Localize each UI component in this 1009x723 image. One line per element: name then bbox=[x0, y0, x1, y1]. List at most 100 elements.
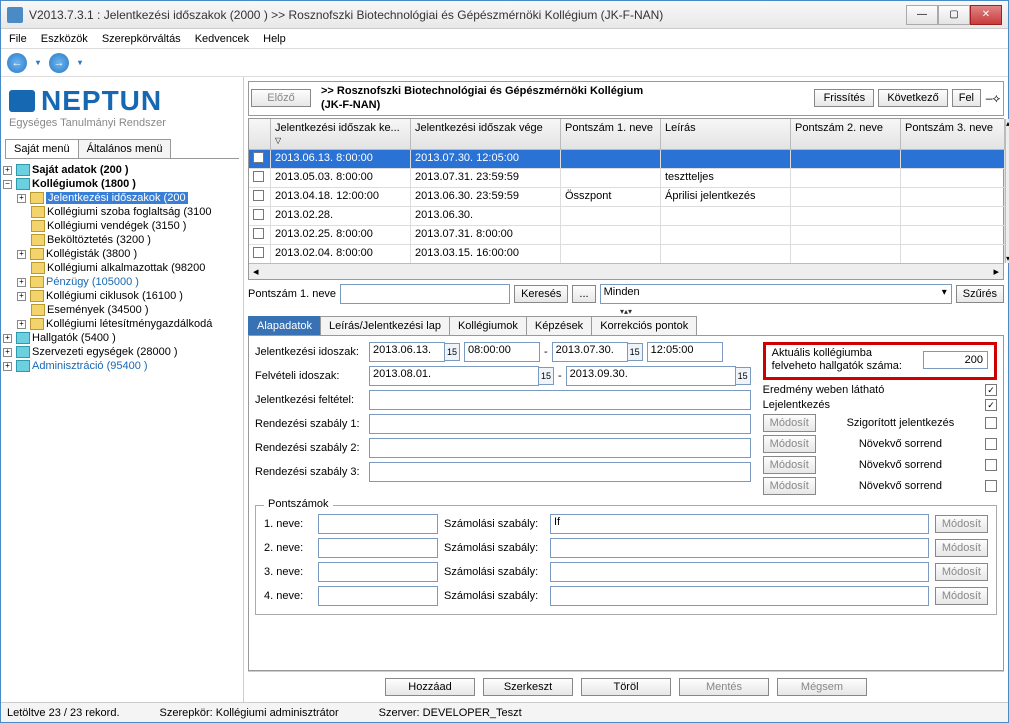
felv-end-date[interactable]: 2013.09.30. bbox=[566, 366, 736, 386]
col-end[interactable]: Jelentkezési időszak vége bbox=[411, 119, 561, 150]
table-row[interactable]: 2013.02.04. 8:00:002013.03.15. 16:00:00 bbox=[249, 245, 1005, 263]
collapse-icon[interactable]: − bbox=[3, 180, 12, 189]
n2-input[interactable] bbox=[318, 538, 438, 558]
close-button[interactable]: ✕ bbox=[970, 5, 1002, 25]
search-input[interactable] bbox=[340, 284, 510, 304]
szab2-input[interactable] bbox=[550, 538, 929, 558]
back-button[interactable]: ← bbox=[7, 53, 27, 73]
refresh-button[interactable]: Frissítés bbox=[814, 89, 874, 107]
tab-own-menu[interactable]: Saját menü bbox=[5, 139, 79, 158]
expand-icon[interactable]: + bbox=[3, 348, 12, 357]
save-button[interactable]: Mentés bbox=[679, 678, 769, 696]
tree-esem[interactable]: Események (34500 ) bbox=[47, 304, 149, 316]
modosit-button[interactable]: Módosít bbox=[763, 456, 816, 474]
tab-alapadatok[interactable]: Alapadatok bbox=[248, 316, 321, 335]
tree-ciklus[interactable]: Kollégiumi ciklusok (16100 ) bbox=[46, 290, 183, 302]
modosit-button[interactable]: Módosít bbox=[935, 563, 988, 581]
grid-body[interactable]: 2013.06.13. 8:00:002013.07.30. 12:05:002… bbox=[249, 150, 1005, 263]
filter-select[interactable]: Minden bbox=[600, 284, 952, 304]
modosit-button[interactable]: Módosít bbox=[763, 477, 816, 495]
jel-start-time[interactable]: 08:00:00 bbox=[464, 342, 540, 362]
checkbox[interactable] bbox=[985, 480, 997, 492]
filter-button[interactable]: Szűrés bbox=[956, 285, 1004, 303]
tree-jelentkezesi[interactable]: Jelentkezési időszakok (200 bbox=[46, 192, 188, 204]
modosit-button[interactable]: Módosít bbox=[763, 414, 816, 432]
menu-fav[interactable]: Kedvencek bbox=[195, 33, 249, 45]
szab1-input[interactable]: If bbox=[550, 514, 929, 534]
tree-admin[interactable]: Adminisztráció (95400 ) bbox=[32, 360, 148, 372]
up-button[interactable]: Fel bbox=[952, 89, 981, 107]
tree-kollegistak[interactable]: Kollégisták (3800 ) bbox=[46, 248, 137, 260]
jel-end-date[interactable]: 2013.07.30. bbox=[552, 342, 628, 362]
tree-vendeg[interactable]: Kollégiumi vendégek (3150 ) bbox=[47, 220, 186, 232]
search-button[interactable]: Keresés bbox=[514, 285, 568, 303]
menu-role[interactable]: Szerepkörváltás bbox=[102, 33, 181, 45]
checkbox[interactable]: ✓ bbox=[985, 384, 997, 396]
aktualis-value[interactable]: 200 bbox=[923, 351, 988, 369]
n4-input[interactable] bbox=[318, 586, 438, 606]
modosit-button[interactable]: Módosít bbox=[935, 515, 988, 533]
n3-input[interactable] bbox=[318, 562, 438, 582]
horizontal-scrollbar[interactable]: ◂▸ bbox=[249, 263, 1003, 279]
row-checkbox[interactable] bbox=[253, 228, 264, 239]
tree-alk[interactable]: Kollégiumi alkalmazottak (98200 bbox=[47, 262, 205, 274]
menu-file[interactable]: File bbox=[9, 33, 27, 45]
expand-icon[interactable]: + bbox=[3, 166, 12, 175]
table-row[interactable]: 2013.04.18. 12:00:002013.06.30. 23:59:59… bbox=[249, 188, 1005, 207]
expand-icon[interactable]: + bbox=[17, 194, 26, 203]
tab-general-menu[interactable]: Általános menü bbox=[78, 139, 172, 158]
szab3-input[interactable] bbox=[550, 562, 929, 582]
expand-icon[interactable]: + bbox=[17, 278, 26, 287]
col-desc[interactable]: Leírás bbox=[661, 119, 791, 150]
tree-letes[interactable]: Kollégiumi létesítménygazdálkodá bbox=[46, 318, 212, 330]
col-p1[interactable]: Pontszám 1. neve bbox=[561, 119, 661, 150]
modosit-button[interactable]: Módosít bbox=[763, 435, 816, 453]
r2-input[interactable] bbox=[369, 438, 751, 458]
checkbox[interactable] bbox=[985, 459, 997, 471]
table-row[interactable]: 2013.05.03. 8:00:002013.07.31. 23:59:59t… bbox=[249, 169, 1005, 188]
delete-button[interactable]: Töröl bbox=[581, 678, 671, 696]
calendar-icon[interactable]: 15 bbox=[627, 343, 643, 361]
nav-tree[interactable]: + Saját adatok (200 ) − Kollégiumok (1800 … bbox=[1, 159, 243, 702]
forward-button[interactable]: → bbox=[49, 53, 69, 73]
table-row[interactable]: 2013.02.28.2013.06.30. bbox=[249, 207, 1005, 226]
r3-input[interactable] bbox=[369, 462, 751, 482]
felv-start-date[interactable]: 2013.08.01. bbox=[369, 366, 539, 386]
expand-icon[interactable]: + bbox=[3, 334, 12, 343]
col-p2[interactable]: Pontszám 2. neve bbox=[791, 119, 901, 150]
tree-penz[interactable]: Pénzügy (105000 ) bbox=[46, 276, 139, 288]
splitter-icon[interactable]: ▾▴▾ bbox=[248, 308, 1004, 316]
feltetel-input[interactable] bbox=[369, 390, 751, 410]
vertical-scrollbar[interactable]: ▴▾ bbox=[1005, 119, 1009, 263]
table-row[interactable]: 2013.02.25. 8:00:002013.07.31. 8:00:00 bbox=[249, 226, 1005, 245]
modosit-button[interactable]: Módosít bbox=[935, 539, 988, 557]
expand-icon[interactable]: + bbox=[17, 292, 26, 301]
checkbox[interactable] bbox=[985, 438, 997, 450]
jel-start-date[interactable]: 2013.06.13. bbox=[369, 342, 445, 362]
tab-leiras[interactable]: Leírás/Jelentkezési lap bbox=[320, 316, 450, 335]
col-p3[interactable]: Pontszám 3. neve bbox=[901, 119, 1005, 150]
maximize-button[interactable]: ▢ bbox=[938, 5, 970, 25]
tab-kollegiumok[interactable]: Kollégiumok bbox=[449, 316, 527, 335]
row-checkbox[interactable] bbox=[253, 171, 264, 182]
cancel-button[interactable]: Mégsem bbox=[777, 678, 867, 696]
menu-help[interactable]: Help bbox=[263, 33, 286, 45]
calendar-icon[interactable]: 15 bbox=[538, 367, 554, 385]
tree-own[interactable]: Saját adatok (200 ) bbox=[32, 164, 129, 176]
n1-input[interactable] bbox=[318, 514, 438, 534]
add-button[interactable]: Hozzáad bbox=[385, 678, 475, 696]
back-dropdown-icon[interactable]: ▾ bbox=[33, 58, 43, 68]
prev-button[interactable]: Előző bbox=[251, 89, 311, 107]
next-button[interactable]: Következő bbox=[878, 89, 947, 107]
tree-hallg[interactable]: Hallgatók (5400 ) bbox=[32, 332, 116, 344]
r1-input[interactable] bbox=[369, 414, 751, 434]
checkbox[interactable]: ✓ bbox=[985, 399, 997, 411]
tree-kolls[interactable]: Kollégiumok (1800 ) bbox=[32, 178, 136, 190]
tree-szerv[interactable]: Szervezeti egységek (28000 ) bbox=[32, 346, 178, 358]
jel-end-time[interactable]: 12:05:00 bbox=[647, 342, 723, 362]
pin-icon[interactable]: –⟡ bbox=[985, 90, 1001, 106]
minimize-button[interactable]: — bbox=[906, 5, 938, 25]
calendar-icon[interactable]: 15 bbox=[735, 367, 751, 385]
expand-icon[interactable]: + bbox=[17, 250, 26, 259]
expand-icon[interactable]: + bbox=[17, 320, 26, 329]
